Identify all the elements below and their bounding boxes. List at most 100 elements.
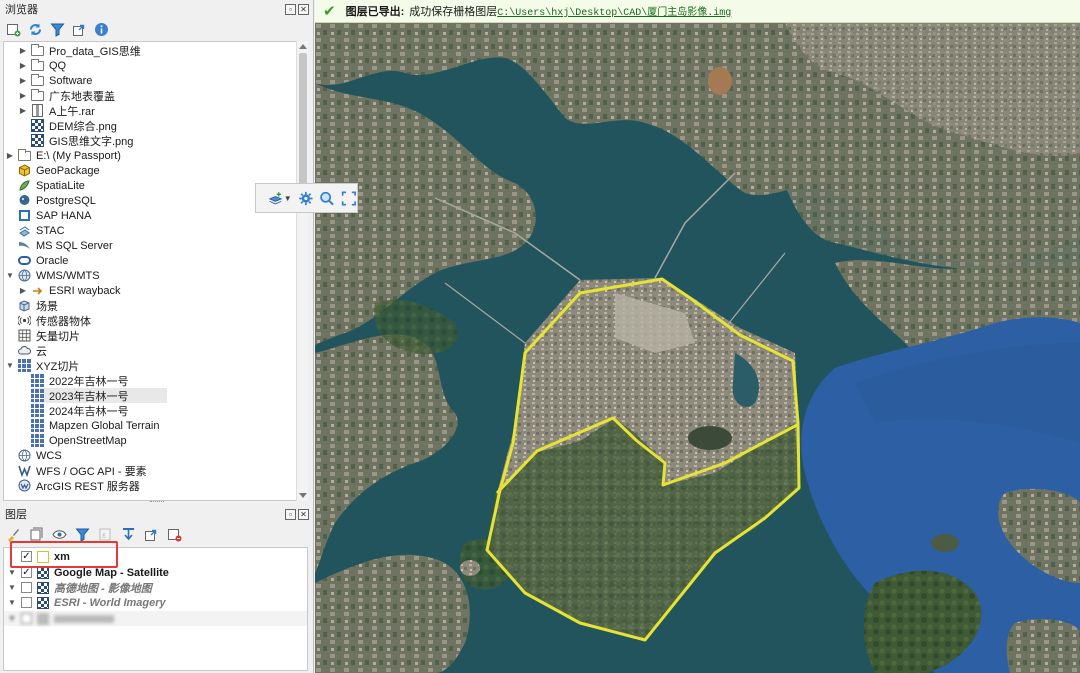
browser-tree[interactable]: ▶ Pro_data_GIS思维 ▶ QQ ▶ Software ▶ 广东地表覆盖 ▶ A… — [3, 41, 308, 501]
expand-arrow-icon[interactable]: ▼ — [7, 598, 17, 607]
tree-item-dem[interactable]: DEM综合.png — [31, 118, 117, 133]
exported-file-link[interactable]: C:\Users\hxj\Desktop\CAD\厦门主岛影像.img — [497, 3, 731, 19]
wayback-icon — [33, 287, 43, 295]
visibility-eye-icon[interactable] — [52, 527, 67, 542]
message-bar: ✔ 图层已导出: 成功保存栅格图层 C:\Users\hxj\Desktop\C… — [315, 0, 1080, 23]
panel-splitter[interactable] — [150, 501, 164, 504]
expand-arrow-icon[interactable]: ▼ — [7, 583, 17, 592]
layer-visibility-checkbox[interactable]: ✓ — [21, 567, 32, 578]
tree-item-gis-png[interactable]: GIS思维文字.png — [31, 133, 133, 148]
add-layer-stack-icon[interactable] — [268, 189, 284, 208]
tree-item-jilin-2022[interactable]: 2022年吉林一号 — [31, 373, 128, 388]
expand-arrow-icon[interactable]: ▶ — [18, 46, 28, 55]
tree-item-sap-hana[interactable]: SAP HANA — [18, 208, 91, 223]
wfs-icon — [18, 465, 31, 477]
layer-row-esri[interactable]: ▼ ESRI - World Imagery — [4, 595, 307, 610]
expand-arrow-icon[interactable]: ▶ — [18, 106, 28, 115]
close-panel-button[interactable]: ✕ — [298, 3, 309, 15]
float-panel-button[interactable]: ▫ — [285, 508, 296, 520]
tree-item-software[interactable]: ▶ Software — [18, 73, 92, 88]
tree-item-postgresql[interactable]: PostgreSQL — [18, 193, 96, 208]
tree-item-e-drive[interactable]: ▶ E:\ (My Passport) — [5, 148, 121, 163]
tree-item-esri-wayback[interactable]: ▶ ESRI wayback — [18, 283, 121, 298]
tree-item-wms[interactable]: ▼ WMS/WMTS — [5, 268, 100, 283]
add-group-icon[interactable] — [29, 527, 44, 542]
gear-icon[interactable] — [298, 189, 314, 208]
layer-visibility-checkbox[interactable] — [21, 597, 32, 608]
filter-expression-icon[interactable]: ε — [98, 527, 113, 542]
expand-arrow-icon[interactable]: ▼ — [7, 568, 17, 577]
scroll-thumb[interactable] — [299, 53, 307, 193]
tree-item-oracle[interactable]: Oracle — [18, 253, 68, 268]
tree-item-wcs[interactable]: WCS — [18, 448, 62, 463]
tree-item-mssql[interactable]: MS SQL Server — [18, 238, 113, 253]
tree-item-qq[interactable]: ▶ QQ — [18, 58, 66, 73]
expand-arrow-icon[interactable]: ▼ — [7, 614, 17, 623]
postgresql-icon — [19, 195, 30, 205]
remove-layer-icon[interactable] — [167, 527, 182, 542]
zoom-full-extent-icon[interactable] — [341, 189, 357, 208]
expand-arrow-icon[interactable]: ▶ — [18, 91, 28, 100]
tree-item-label: A上午.rar — [49, 105, 95, 118]
geopackage-icon — [19, 164, 30, 177]
raster-layer-icon — [37, 566, 49, 579]
dropdown-caret-icon[interactable]: ▼ — [284, 194, 292, 203]
expand-all-icon[interactable] — [121, 527, 136, 542]
arcgis-icon — [18, 479, 31, 492]
tree-item-pro-data[interactable]: ▶ Pro_data_GIS思维 — [18, 43, 141, 58]
tree-item-label: 广东地表覆盖 — [49, 90, 115, 103]
grid-icon — [31, 389, 44, 402]
close-panel-button[interactable]: ✕ — [298, 508, 309, 520]
filter-legend-icon[interactable] — [75, 527, 90, 542]
folder-icon — [31, 58, 44, 71]
expand-arrow-icon[interactable]: ▶ — [18, 76, 28, 85]
tree-item-geopackage[interactable]: GeoPackage — [18, 163, 100, 178]
tree-item-jilin-2024[interactable]: 2024年吉林一号 — [31, 403, 128, 418]
tree-item-cloud[interactable]: 云 — [18, 343, 47, 358]
tree-item-xyz[interactable]: ▼ XYZ切片 — [5, 358, 79, 373]
folder-icon — [31, 88, 44, 101]
collapse-all-icon[interactable] — [72, 22, 87, 37]
scene-icon — [19, 300, 30, 312]
layer-row-gaode[interactable]: ▼ 高德地图 - 影像地图 — [4, 580, 307, 595]
tree-item-vector-tile[interactable]: 矢量切片 — [18, 328, 80, 343]
expand-arrow-icon[interactable]: ▶ — [18, 286, 28, 295]
globe-icon — [18, 269, 31, 282]
expand-arrow-icon[interactable]: ▼ — [5, 361, 15, 370]
tree-item-rar[interactable]: ▶ A上午.rar — [18, 103, 95, 118]
tree-item-guangdong[interactable]: ▶ 广东地表覆盖 — [18, 88, 115, 103]
float-panel-button[interactable]: ▫ — [285, 3, 296, 15]
browser-scrollbar[interactable] — [296, 41, 308, 501]
layer-visibility-checkbox[interactable] — [21, 582, 32, 593]
tree-item-jilin-2023[interactable]: 2023年吉林一号 — [31, 388, 167, 403]
scroll-up-icon[interactable] — [299, 44, 307, 49]
add-layer-icon[interactable] — [6, 22, 21, 37]
tree-item-spatialite[interactable]: SpatiaLite — [18, 178, 85, 193]
layer-visibility-checkbox[interactable] — [21, 613, 32, 624]
layer-row-redacted[interactable]: ▼ — [4, 611, 307, 626]
expand-arrow-icon[interactable]: ▶ — [18, 61, 28, 70]
layers-panel: 图层 ▫ ✕ ε ✓ xm ▼ ✓ Google Map - Satellite… — [0, 505, 313, 673]
tree-item-arcgis-rest[interactable]: ArcGIS REST 服务器 — [18, 478, 140, 493]
browser-panel-titlebar: 浏览器 ▫ ✕ — [0, 0, 313, 18]
refresh-icon[interactable] — [28, 22, 43, 37]
tree-item-scene[interactable]: 场景 — [18, 298, 58, 313]
tree-item-wfs[interactable]: WFS / OGC API - 要素 — [18, 463, 147, 478]
layer-name: Google Map - Satellite — [54, 566, 169, 579]
tree-item-mapzen[interactable]: Mapzen Global Terrain — [31, 418, 159, 433]
expand-arrow-icon[interactable]: ▼ — [5, 271, 15, 280]
zoom-magnifier-icon[interactable] — [319, 189, 335, 208]
expand-arrow-icon[interactable]: ▶ — [5, 151, 15, 160]
tree-item-osm[interactable]: OpenStreetMap — [31, 433, 127, 448]
tree-item-label: 传感器物体 — [36, 315, 91, 328]
tree-item-sensor[interactable]: 传感器物体 — [18, 313, 91, 328]
info-icon[interactable] — [94, 22, 109, 37]
filter-icon[interactable] — [50, 22, 65, 37]
scroll-down-icon[interactable] — [299, 493, 307, 498]
tree-item-label: XYZ切片 — [36, 360, 80, 373]
collapse-all-icon[interactable] — [144, 527, 159, 542]
tree-item-stac[interactable]: STAC — [18, 223, 65, 238]
style-brush-icon[interactable] — [6, 527, 21, 542]
raster-icon — [31, 134, 44, 147]
map-canvas[interactable] — [315, 23, 1080, 673]
